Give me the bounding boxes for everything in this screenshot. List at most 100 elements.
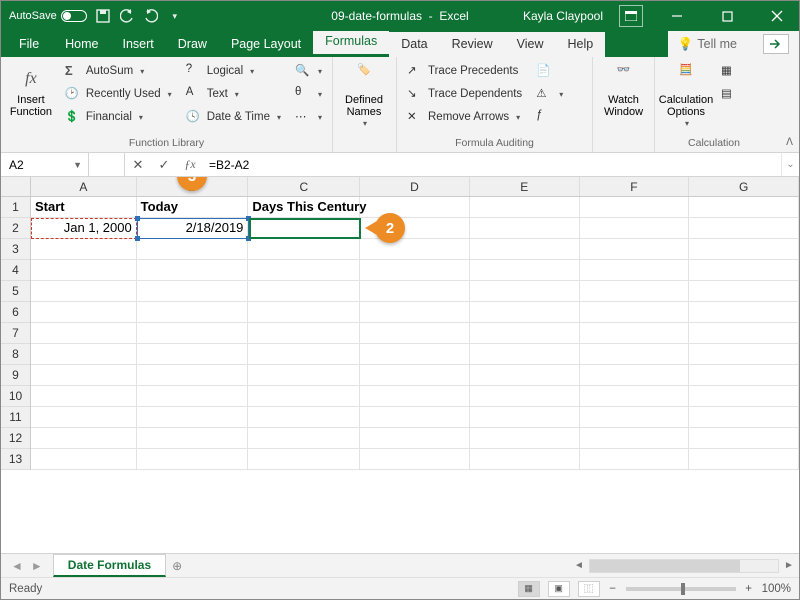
zoom-thumb[interactable]	[681, 583, 685, 595]
cell-E3[interactable]	[470, 239, 580, 260]
cell-C13[interactable]	[248, 449, 360, 470]
defined-names-button[interactable]: 🏷️ Defined Names ▾	[339, 60, 389, 129]
save-icon[interactable]	[95, 8, 111, 24]
tell-me-search[interactable]: Tell me	[697, 37, 737, 51]
cell-C4[interactable]	[248, 260, 360, 281]
cell-C8[interactable]	[248, 344, 360, 365]
cell-E2[interactable]	[470, 218, 580, 239]
cell-G12[interactable]	[689, 428, 799, 449]
cell-F6[interactable]	[580, 302, 690, 323]
zoom-level[interactable]: 100%	[762, 583, 791, 595]
cell-B11[interactable]	[137, 407, 249, 428]
cell-F2[interactable]	[580, 218, 690, 239]
row-headers[interactable]: 12345678910111213	[1, 197, 31, 470]
row-header-11[interactable]: 11	[1, 407, 30, 428]
autosave-toggle[interactable]: AutoSave	[9, 10, 87, 22]
cell-A11[interactable]	[31, 407, 137, 428]
cell-G8[interactable]	[689, 344, 799, 365]
trace-dependents-button[interactable]: ↘Trace Dependents	[403, 83, 526, 105]
hscroll-thumb[interactable]	[590, 560, 740, 572]
col-header-F[interactable]: F	[580, 177, 690, 196]
row-header-10[interactable]: 10	[1, 386, 30, 407]
row-header-7[interactable]: 7	[1, 323, 30, 344]
cell-A7[interactable]	[31, 323, 137, 344]
cell-E8[interactable]	[470, 344, 580, 365]
cell-D7[interactable]	[360, 323, 470, 344]
row-header-9[interactable]: 9	[1, 365, 30, 386]
cell-F5[interactable]	[580, 281, 690, 302]
cell-C6[interactable]	[248, 302, 360, 323]
cell-B5[interactable]	[137, 281, 249, 302]
new-sheet-button[interactable]: ⊕	[166, 559, 188, 573]
row-header-1[interactable]: 1	[1, 197, 30, 218]
cell-E10[interactable]	[470, 386, 580, 407]
recently-used-button[interactable]: 🕑Recently Used▾	[61, 83, 176, 105]
cell-E4[interactable]	[470, 260, 580, 281]
ribbon-display-options-icon[interactable]	[619, 5, 643, 27]
col-header-C[interactable]: C	[248, 177, 360, 196]
view-page-layout-button[interactable]: ▣	[548, 581, 570, 597]
cell-D3[interactable]	[360, 239, 470, 260]
cell-G5[interactable]	[689, 281, 799, 302]
evaluate-formula-button[interactable]: ƒ	[532, 106, 567, 128]
row-header-12[interactable]: 12	[1, 428, 30, 449]
tab-home[interactable]: Home	[53, 32, 110, 57]
cell-G7[interactable]	[689, 323, 799, 344]
cell-C2[interactable]: =B2-A2	[248, 218, 360, 239]
cell-C11[interactable]	[248, 407, 360, 428]
zoom-in-button[interactable]: +	[744, 583, 754, 595]
cell-A13[interactable]	[31, 449, 137, 470]
tab-page-layout[interactable]: Page Layout	[219, 32, 313, 57]
collapse-ribbon-icon[interactable]: ᐱ	[786, 137, 793, 148]
view-normal-button[interactable]: ▦	[518, 581, 540, 597]
sheet-tab-active[interactable]: Date Formulas	[53, 554, 166, 577]
cell-B4[interactable]	[137, 260, 249, 281]
cell-A4[interactable]	[31, 260, 137, 281]
cell-F11[interactable]	[580, 407, 690, 428]
cell-G1[interactable]	[689, 197, 799, 218]
tab-draw[interactable]: Draw	[166, 32, 219, 57]
hscroll-right-icon[interactable]: ►	[781, 558, 797, 574]
cell-D5[interactable]	[360, 281, 470, 302]
cell-F4[interactable]	[580, 260, 690, 281]
tab-formulas[interactable]: Formulas	[313, 29, 389, 57]
cell-A5[interactable]	[31, 281, 137, 302]
autosum-button[interactable]: AutoSum▾	[61, 60, 176, 82]
cell-A1[interactable]: Start	[31, 197, 137, 218]
cell-B12[interactable]	[137, 428, 249, 449]
sheet-nav-next-icon[interactable]: ►	[27, 559, 47, 573]
qat-customize-caret-icon[interactable]: ▾	[167, 8, 183, 24]
cell-G2[interactable]	[689, 218, 799, 239]
cell-E1[interactable]	[470, 197, 580, 218]
cell-E6[interactable]	[470, 302, 580, 323]
cell-D1[interactable]	[360, 197, 470, 218]
date-time-button[interactable]: 🕓Date & Time▾	[182, 106, 285, 128]
row-header-4[interactable]: 4	[1, 260, 30, 281]
more-functions-button[interactable]: ⋯▾	[291, 106, 326, 128]
insert-function-button[interactable]: Insert Function	[7, 60, 55, 118]
redo-icon[interactable]	[143, 8, 159, 24]
show-formulas-button[interactable]: 📄	[532, 60, 567, 82]
row-header-5[interactable]: 5	[1, 281, 30, 302]
cell-E12[interactable]	[470, 428, 580, 449]
cell-B7[interactable]	[137, 323, 249, 344]
cell-A3[interactable]	[31, 239, 137, 260]
cell-E11[interactable]	[470, 407, 580, 428]
cell-B8[interactable]	[137, 344, 249, 365]
maximize-button[interactable]	[705, 1, 749, 31]
zoom-slider[interactable]	[626, 587, 736, 591]
close-button[interactable]	[755, 1, 799, 31]
signed-in-user[interactable]: Kayla Claypool	[523, 9, 613, 23]
cell-A8[interactable]	[31, 344, 137, 365]
horizontal-scrollbar[interactable]	[589, 559, 779, 573]
cell-G9[interactable]	[689, 365, 799, 386]
row-header-8[interactable]: 8	[1, 344, 30, 365]
undo-icon[interactable]	[119, 8, 135, 24]
sheet-nav-prev-icon[interactable]: ◄	[7, 559, 27, 573]
cell-C10[interactable]	[248, 386, 360, 407]
hscroll-left-icon[interactable]: ◄	[571, 558, 587, 574]
cell-B9[interactable]	[137, 365, 249, 386]
row-header-6[interactable]: 6	[1, 302, 30, 323]
cell-E7[interactable]	[470, 323, 580, 344]
cell-C7[interactable]	[248, 323, 360, 344]
